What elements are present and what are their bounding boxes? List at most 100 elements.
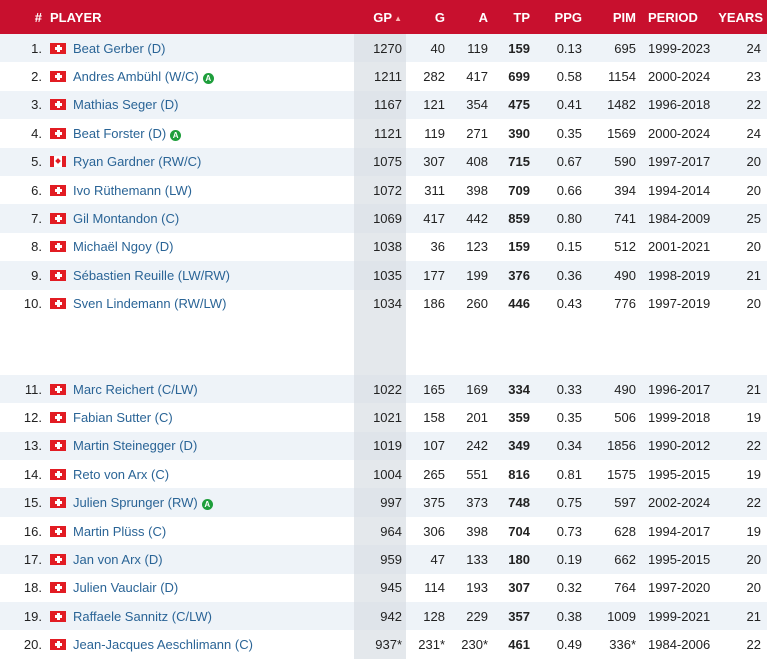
period-cell: 1999-2023	[648, 40, 711, 56]
rank-cell: 2.	[31, 69, 42, 85]
goals-cell: 107	[423, 438, 445, 454]
table-row: 5. Ryan Gardner (RW/C) 1075 307 408 715 0.67 59…	[0, 147, 767, 176]
years-cell: 24	[746, 40, 761, 56]
gp-cell: 1211	[354, 62, 406, 91]
pim-cell: 776	[614, 296, 636, 312]
player-cell: Andres Ambühl (W/C) A	[46, 62, 354, 90]
goals-cell: 282	[423, 69, 445, 85]
player-link[interactable]: Fabian Sutter (C)	[73, 410, 173, 425]
player-link[interactable]: Jean-Jacques Aeschlimann (C)	[73, 637, 253, 652]
table-row: 4. Beat Forster (D) A 1121 119 271 390 0.35 1569…	[0, 119, 767, 148]
player-link[interactable]: Sven Lindemann (RW/LW)	[73, 296, 226, 311]
period-cell: 1994-2014	[648, 182, 711, 198]
table-row: 3. Mathias Seger (D) 1167 121 354 475 0.41 1482…	[0, 90, 767, 120]
ppg-cell: 0.38	[556, 608, 582, 624]
period-cell: 1997-2019	[648, 296, 711, 312]
rank-cell: 11.	[24, 381, 42, 397]
player-link[interactable]: Sébastien Reuille (LW/RW)	[73, 268, 230, 283]
table-body: 1. Beat Gerber (D) 1270 40 119 159 0.13 695 1999…	[0, 34, 767, 659]
period-cell: 1990-2012	[648, 438, 711, 454]
gp-cell: 1069	[354, 204, 406, 233]
goals-cell: 158	[423, 409, 445, 425]
pim-cell: 741	[614, 211, 636, 227]
player-link[interactable]: Raffaele Sannitz (C/LW)	[73, 609, 212, 624]
player-link[interactable]: Marc Reichert (C/LW)	[73, 382, 198, 397]
player-link[interactable]: Michaël Ngoy (D)	[73, 239, 173, 254]
column-header-years[interactable]: YEARS	[712, 0, 767, 34]
table-row: 9. Sébastien Reuille (LW/RW) 1035 177 199 376…	[0, 261, 767, 290]
pim-cell: 590	[614, 154, 636, 170]
table-row: 7. Gil Montandon (C) 1069 417 442 859 0.80 741 1…	[0, 204, 767, 233]
player-link[interactable]: Julien Sprunger (RW)	[73, 495, 198, 510]
years-cell: 20	[746, 296, 761, 312]
gp-cell: 1019	[354, 431, 406, 461]
table-row: 10. Sven Lindemann (RW/LW) 1034 186 260 446 0.…	[0, 289, 767, 318]
period-cell: 1994-2017	[648, 523, 711, 539]
column-header-gp[interactable]: GP ▲	[354, 0, 406, 34]
column-header-period[interactable]: PERIOD	[640, 0, 712, 34]
player-cell: Sven Lindemann (RW/LW)	[46, 290, 354, 318]
player-cell: Reto von Arx (C)	[46, 460, 354, 488]
column-header-pim[interactable]: PIM	[586, 0, 640, 34]
player-link[interactable]: Mathias Seger (D)	[73, 97, 178, 112]
player-link[interactable]: Julien Vauclair (D)	[73, 580, 178, 595]
player-link[interactable]: Andres Ambühl (W/C)	[73, 69, 199, 84]
total-points-cell: 704	[508, 523, 530, 539]
player-link[interactable]: Martin Steinegger (D)	[73, 438, 197, 453]
assists-cell: 242	[466, 438, 488, 454]
total-points-cell: 859	[508, 211, 530, 227]
column-header-ppg[interactable]: PPG	[534, 0, 586, 34]
rank-cell: 16.	[23, 523, 42, 539]
gp-cell: 1035	[354, 261, 406, 290]
table-row: 6. Ivo Rüthemann (LW) 1072 311 398 709 0.66 394…	[0, 175, 767, 205]
years-cell: 19	[746, 523, 761, 539]
active-player-badge-icon: A	[201, 499, 213, 511]
switzerland-flag-icon	[50, 411, 66, 423]
player-link[interactable]: Jan von Arx (D)	[73, 552, 163, 567]
switzerland-flag-icon	[50, 383, 66, 395]
period-cell: 1999-2021	[648, 608, 711, 624]
rank-cell: 4.	[31, 125, 42, 141]
switzerland-flag-icon	[50, 440, 66, 452]
column-header-player[interactable]: PLAYER	[46, 0, 354, 34]
player-link[interactable]: Gil Montandon (C)	[73, 211, 179, 226]
period-cell: 1999-2018	[648, 409, 711, 425]
ppg-cell: 0.35	[556, 409, 582, 425]
ppg-cell: 0.58	[556, 69, 582, 85]
ppg-cell: 0.80	[556, 211, 582, 227]
switzerland-flag-icon	[50, 639, 66, 651]
gp-cell: 964	[354, 516, 406, 546]
period-cell: 2001-2021	[648, 239, 711, 255]
player-link[interactable]: Ivo Rüthemann (LW)	[73, 183, 192, 198]
years-cell: 22	[746, 637, 761, 653]
column-header-tp[interactable]: TP	[492, 0, 534, 34]
switzerland-flag-icon	[50, 298, 66, 310]
rank-cell: 20.	[23, 637, 42, 653]
years-cell: 20	[746, 580, 761, 596]
player-link[interactable]: Beat Gerber (D)	[73, 41, 165, 56]
pim-cell: 1856	[607, 438, 636, 454]
goals-cell: 307	[423, 154, 445, 170]
row-spacer	[0, 317, 767, 375]
rank-cell: 14.	[23, 466, 42, 482]
years-cell: 21	[746, 267, 761, 283]
pim-cell: 490	[614, 381, 636, 397]
total-points-cell: 709	[508, 182, 530, 198]
goals-cell: 265	[423, 466, 445, 482]
gp-cell: 1167	[354, 90, 406, 120]
assists-cell: 123	[466, 239, 488, 255]
player-link[interactable]: Ryan Gardner (RW/C)	[73, 154, 201, 169]
player-link[interactable]: Martin Plüss (C)	[73, 524, 166, 539]
player-link[interactable]: Reto von Arx (C)	[73, 467, 169, 482]
table-row: 16. Martin Plüss (C) 964 306 398 704 0.73 628 19…	[0, 516, 767, 546]
gp-cell: 1034	[354, 289, 406, 318]
goals-cell: 186	[423, 296, 445, 312]
pim-cell: 1009	[607, 608, 636, 624]
player-link[interactable]: Beat Forster (D)	[73, 126, 166, 141]
total-points-cell: 715	[508, 154, 530, 170]
assists-cell: 201	[466, 409, 488, 425]
assists-cell: 442	[466, 211, 488, 227]
pim-cell: 512	[614, 239, 636, 255]
column-header-a[interactable]: A	[449, 0, 492, 34]
column-header-g[interactable]: G	[406, 0, 449, 34]
